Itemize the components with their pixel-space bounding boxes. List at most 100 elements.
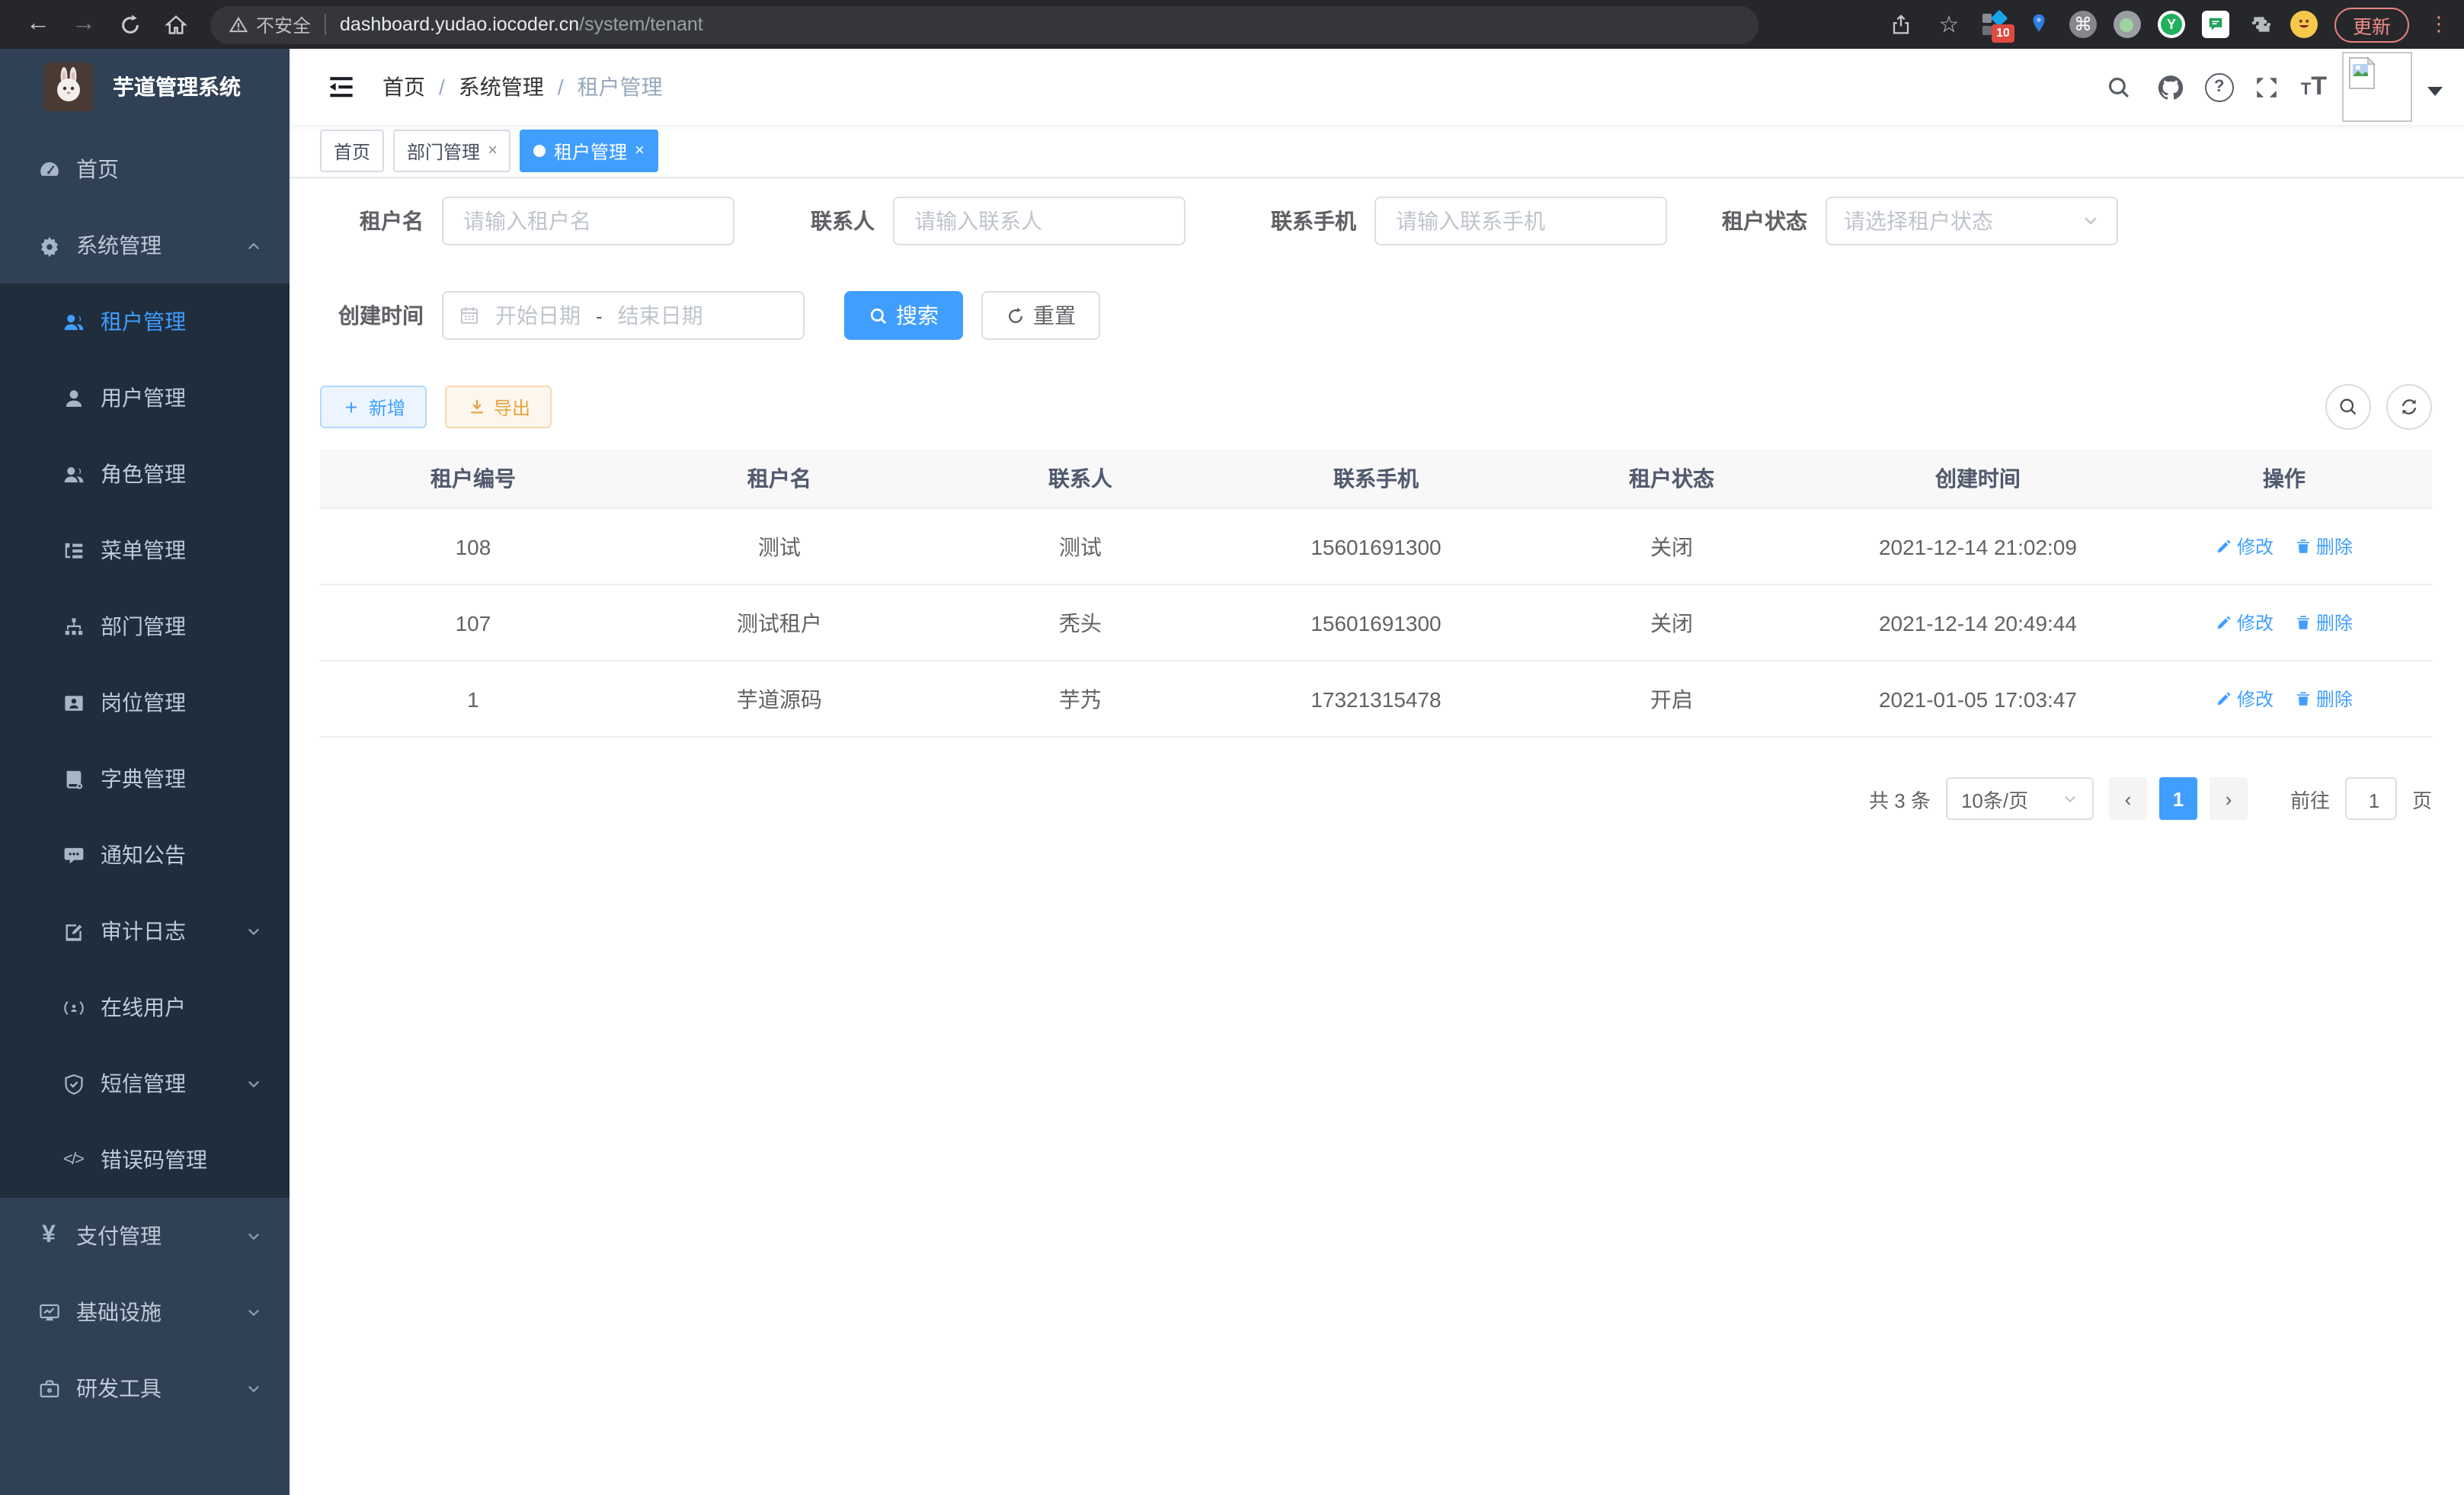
sidebar-item-role[interactable]: 角色管理	[0, 436, 290, 512]
cell-created: 2021-12-14 21:02:09	[1819, 508, 2136, 584]
sidebar-item-payment[interactable]: ¥ 支付管理	[0, 1198, 290, 1274]
extension-grey-icon[interactable]	[2114, 11, 2141, 38]
users-icon	[61, 462, 85, 486]
sidebar-item-system[interactable]: 系统管理	[0, 207, 290, 283]
share-icon[interactable]	[1886, 9, 1917, 40]
font-size-icon[interactable]: TT	[2301, 72, 2327, 102]
page-number-button[interactable]: 1	[2159, 777, 2197, 820]
sidebar-item-dev-tools[interactable]: 研发工具	[0, 1350, 290, 1426]
sidebar-item-sms[interactable]: 短信管理	[0, 1045, 290, 1122]
cell-tenant-name: 芋道源码	[626, 661, 933, 737]
breadcrumb-home[interactable]: 首页	[382, 72, 425, 102]
sidebar-item-audit-log[interactable]: 审计日志	[0, 893, 290, 969]
search-icon	[869, 306, 888, 325]
sidebar-item-error-code[interactable]: </> 错误码管理	[0, 1122, 290, 1198]
security-chip[interactable]: 不安全	[229, 11, 311, 37]
close-icon[interactable]: ×	[635, 142, 645, 160]
cell-contact: 芋艿	[933, 661, 1228, 737]
sidebar-item-home[interactable]: 首页	[0, 131, 290, 207]
browser-reload-icon[interactable]	[107, 5, 152, 44]
sidebar-item-dept[interactable]: 部门管理	[0, 588, 290, 664]
mobile-input[interactable]	[1374, 197, 1667, 245]
extension-y-icon[interactable]: Y	[2158, 11, 2185, 38]
y-glyph: Y	[2161, 14, 2182, 35]
prev-page-button[interactable]: ‹	[2109, 777, 2147, 820]
sidebar-item-post[interactable]: 岗位管理	[0, 664, 290, 741]
browser-forward-icon[interactable]: →	[61, 5, 107, 44]
field-label: 租户名	[320, 206, 442, 236]
sidebar-item-notice[interactable]: 通知公告	[0, 817, 290, 893]
delete-link[interactable]: 删除	[2295, 610, 2353, 635]
hamburger-icon[interactable]	[325, 70, 358, 104]
status-select[interactable]: 请选择租户状态	[1826, 197, 2118, 245]
sidebar-item-dict[interactable]: 字典管理	[0, 741, 290, 817]
github-icon[interactable]	[2153, 69, 2190, 105]
extension-puzzle-icon[interactable]	[2246, 11, 2274, 38]
avatar-caret-icon[interactable]	[2427, 87, 2443, 96]
extension-tabs-icon[interactable]: 10	[1981, 11, 2008, 38]
chevron-down-icon	[245, 1228, 262, 1244]
close-icon[interactable]: ×	[488, 142, 498, 160]
extension-pin-icon[interactable]	[2025, 11, 2053, 38]
refresh-button[interactable]	[2386, 384, 2432, 430]
breadcrumb: 首页 / 系统管理 / 租户管理	[382, 72, 663, 102]
cell-status: 开启	[1524, 661, 1819, 737]
sidebar-item-label: 研发工具	[76, 1373, 162, 1404]
goto-page-input[interactable]	[2345, 777, 2397, 820]
sidebar-item-label: 系统管理	[76, 230, 162, 261]
browser-home-icon[interactable]	[152, 5, 198, 44]
sidebar-item-label: 通知公告	[101, 840, 186, 870]
avatar[interactable]	[2342, 52, 2412, 122]
col-created: 创建时间	[1819, 450, 2136, 508]
export-button[interactable]: 导出	[445, 386, 552, 428]
contact-input[interactable]	[893, 197, 1186, 245]
edit-link[interactable]: 修改	[2216, 610, 2274, 635]
search-icon[interactable]	[2101, 69, 2138, 105]
cell-created: 2021-01-05 17:03:47	[1819, 661, 2136, 737]
date-range-input[interactable]: 开始日期 - 结束日期	[442, 291, 805, 340]
bookmark-star-icon[interactable]: ☆	[1934, 9, 1964, 40]
page-size-select[interactable]: 10条/页	[1946, 777, 2094, 820]
extension-badge: 10	[1992, 24, 2014, 43]
sidebar-item-menu[interactable]: 菜单管理	[0, 512, 290, 588]
chrome-update-button[interactable]: 更新	[2334, 7, 2409, 42]
sidebar-item-infrastructure[interactable]: 基础设施	[0, 1274, 290, 1350]
extension-chat-icon[interactable]	[2202, 11, 2229, 38]
reset-button[interactable]: 重置	[981, 291, 1100, 340]
sidebar-item-tenant[interactable]: 租户管理	[0, 283, 290, 360]
dashboard-icon	[37, 157, 61, 181]
search-button[interactable]: 搜索	[844, 291, 963, 340]
tag-dept[interactable]: 部门管理 ×	[393, 130, 511, 172]
tag-home[interactable]: 首页	[320, 130, 384, 172]
users-icon	[61, 309, 85, 334]
add-button[interactable]: + 新增	[320, 386, 427, 428]
edit-note-icon	[61, 919, 85, 943]
show-search-button[interactable]	[2325, 384, 2371, 430]
help-icon[interactable]: ?	[2205, 72, 2234, 101]
delete-link[interactable]: 删除	[2295, 686, 2353, 712]
sidebar-item-label: 首页	[76, 154, 119, 184]
delete-link[interactable]: 删除	[2295, 533, 2353, 559]
sidebar-item-user[interactable]: 用户管理	[0, 360, 290, 436]
fullscreen-icon[interactable]	[2249, 69, 2286, 105]
tag-label: 首页	[334, 138, 370, 164]
breadcrumb-section[interactable]: 系统管理	[459, 72, 544, 102]
trash-icon	[2295, 690, 2312, 707]
edit-link[interactable]: 修改	[2216, 533, 2274, 559]
extension-command-icon[interactable]: ⌘	[2069, 11, 2097, 38]
tag-tenant[interactable]: 租户管理 ×	[520, 130, 658, 172]
tenant-name-input[interactable]	[442, 197, 734, 245]
browser-back-icon[interactable]: ←	[15, 5, 61, 44]
address-bar[interactable]: 不安全 dashboard.yudao.iocoder.cn/system/te…	[210, 5, 1758, 43]
sidebar-item-label: 在线用户	[101, 992, 186, 1023]
next-page-button[interactable]: ›	[2210, 777, 2248, 820]
edit-link[interactable]: 修改	[2216, 686, 2274, 712]
extension-emoji-icon[interactable]	[2290, 11, 2318, 38]
export-button-label: 导出	[494, 394, 530, 420]
sidebar-item-label: 部门管理	[101, 611, 186, 642]
browser-menu-icon[interactable]: ⋮	[2429, 12, 2449, 37]
sidebar-item-online-users[interactable]: 在线用户	[0, 969, 290, 1045]
edit-label: 修改	[2237, 686, 2274, 712]
delete-label: 删除	[2316, 533, 2353, 559]
command-glyph: ⌘	[2074, 14, 2092, 35]
